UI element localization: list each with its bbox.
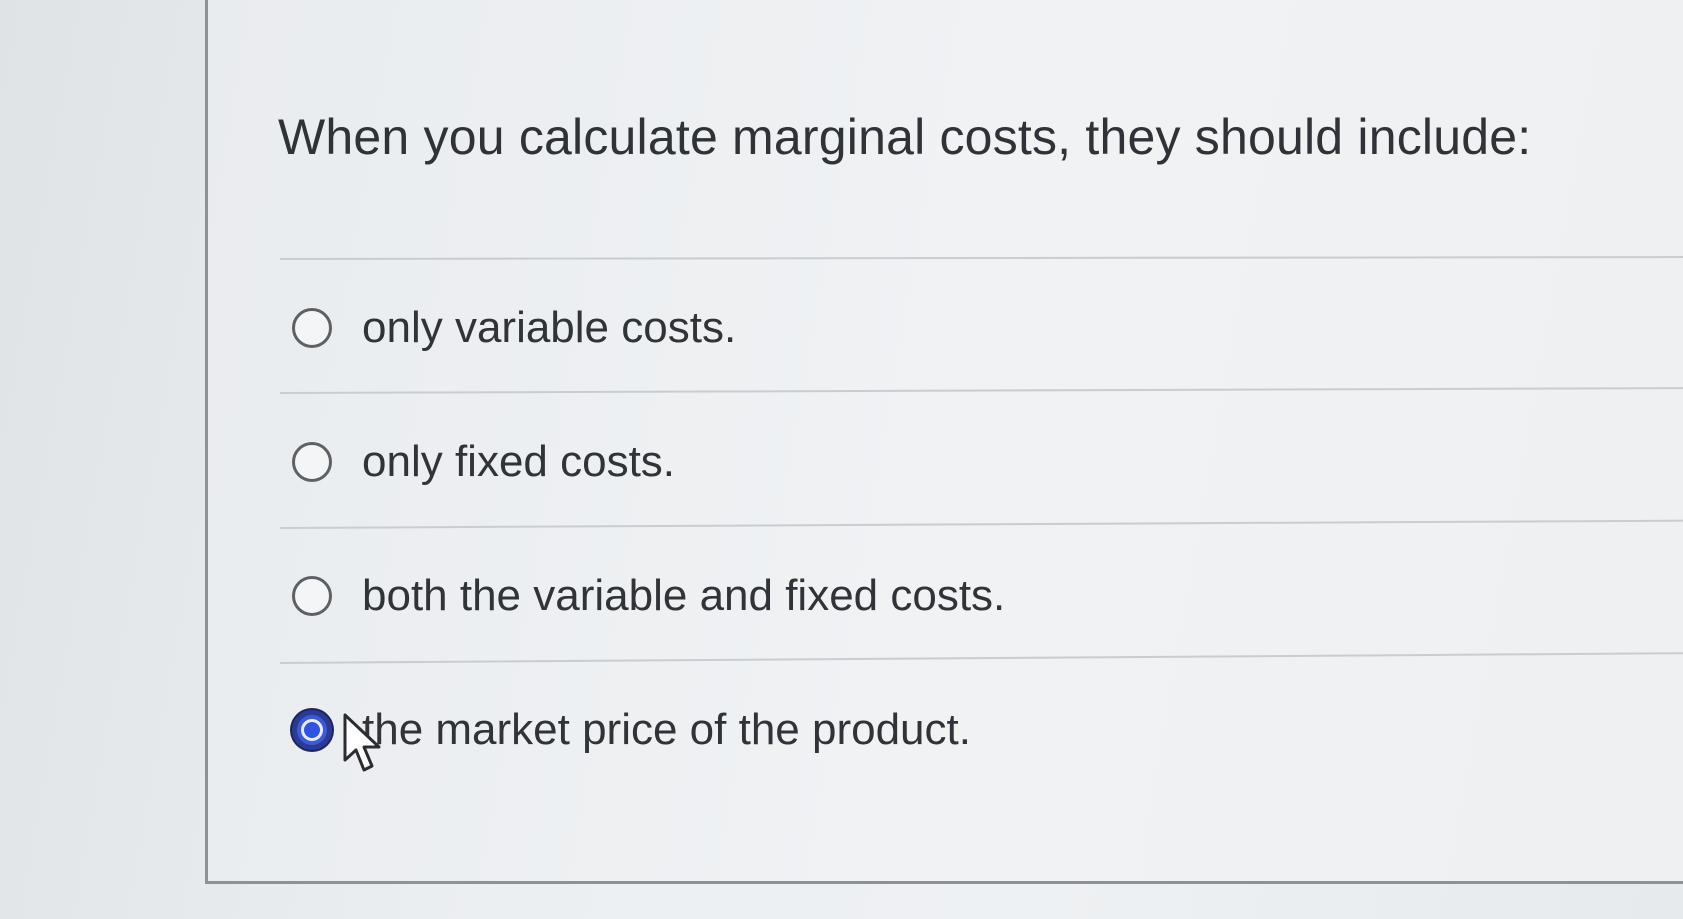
option-label: both the variable and fixed costs. — [362, 571, 1006, 620]
question-text: When you calculate marginal costs, they … — [278, 109, 1532, 165]
radio-button[interactable] — [292, 308, 332, 348]
radio-button-selected[interactable] — [292, 710, 332, 750]
option-variable-and-fixed-costs[interactable]: both the variable and fixed costs. — [292, 566, 1005, 626]
radio-button[interactable] — [292, 576, 332, 616]
radio-dot — [301, 719, 323, 741]
option-market-price[interactable]: the market price of the product. — [292, 700, 971, 760]
option-label: only fixed costs. — [362, 437, 676, 486]
option-only-variable-costs[interactable]: only variable costs. — [292, 298, 736, 358]
option-label: the market price of the product. — [362, 705, 971, 754]
radio-button[interactable] — [292, 442, 332, 482]
option-only-fixed-costs[interactable]: only fixed costs. — [292, 432, 675, 492]
option-label: only variable costs. — [362, 303, 737, 352]
